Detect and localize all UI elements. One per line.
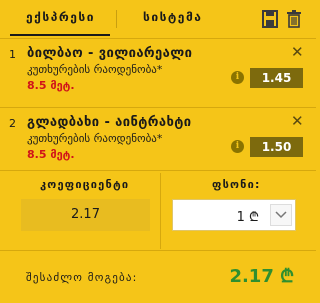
betslip: ექსპრესი სისტემა 1 ბილბაო - ვილიარეალი კ…	[0, 0, 316, 303]
stake-value[interactable]: 1 ₾	[237, 207, 259, 225]
bet-item: 2 გლადბახი - აინტრახტი კუთხურების რაოდენ…	[0, 110, 316, 176]
coefficient-label: კოეფიციენტი	[40, 178, 130, 191]
save-icon[interactable]	[262, 10, 278, 28]
bet-market: კუთხურების რაოდენობა*	[27, 63, 163, 76]
bet-item: 1 ბილბაო - ვილიარეალი კუთხურების რაოდენო…	[0, 41, 316, 107]
divider	[0, 170, 316, 171]
tab-divider	[116, 10, 117, 28]
close-icon[interactable]: ✕	[291, 114, 304, 129]
possible-win-value: 2.17 ₾	[229, 266, 294, 287]
odds-badge: 1.45	[250, 68, 303, 88]
chevron-down-icon[interactable]	[270, 204, 292, 226]
stake-label: ფსონი:	[212, 178, 261, 191]
bet-event-title: ბილბაო - ვილიარეალი	[27, 46, 193, 61]
betslip-tabs: ექსპრესი სისტემა	[0, 0, 316, 36]
info-icon[interactable]: i	[231, 71, 244, 84]
bet-event-title: გლადბახი - აინტრახტი	[27, 115, 192, 130]
bet-selection: 8.5 მეტ.	[27, 148, 75, 161]
bet-selection: 8.5 მეტ.	[27, 79, 75, 92]
info-icon[interactable]: i	[231, 140, 244, 153]
possible-win-label: შესაძლო მოგება:	[26, 271, 138, 284]
coefficient-value: 2.17	[21, 199, 150, 231]
bet-number: 2	[9, 117, 16, 130]
odds-badge: 1.50	[250, 137, 303, 157]
vertical-divider	[160, 173, 161, 249]
divider	[0, 38, 316, 39]
tab-express[interactable]: ექსპრესი	[26, 10, 95, 24]
close-icon[interactable]: ✕	[291, 45, 304, 60]
bet-number: 1	[9, 48, 16, 61]
stake-input[interactable]: 1 ₾	[172, 199, 296, 231]
active-tab-underline	[10, 34, 110, 36]
trash-icon[interactable]	[287, 10, 303, 28]
divider	[0, 107, 316, 108]
bet-market: კუთხურების რაოდენობა*	[27, 132, 163, 145]
divider	[0, 250, 316, 251]
tab-system[interactable]: სისტემა	[143, 10, 202, 24]
